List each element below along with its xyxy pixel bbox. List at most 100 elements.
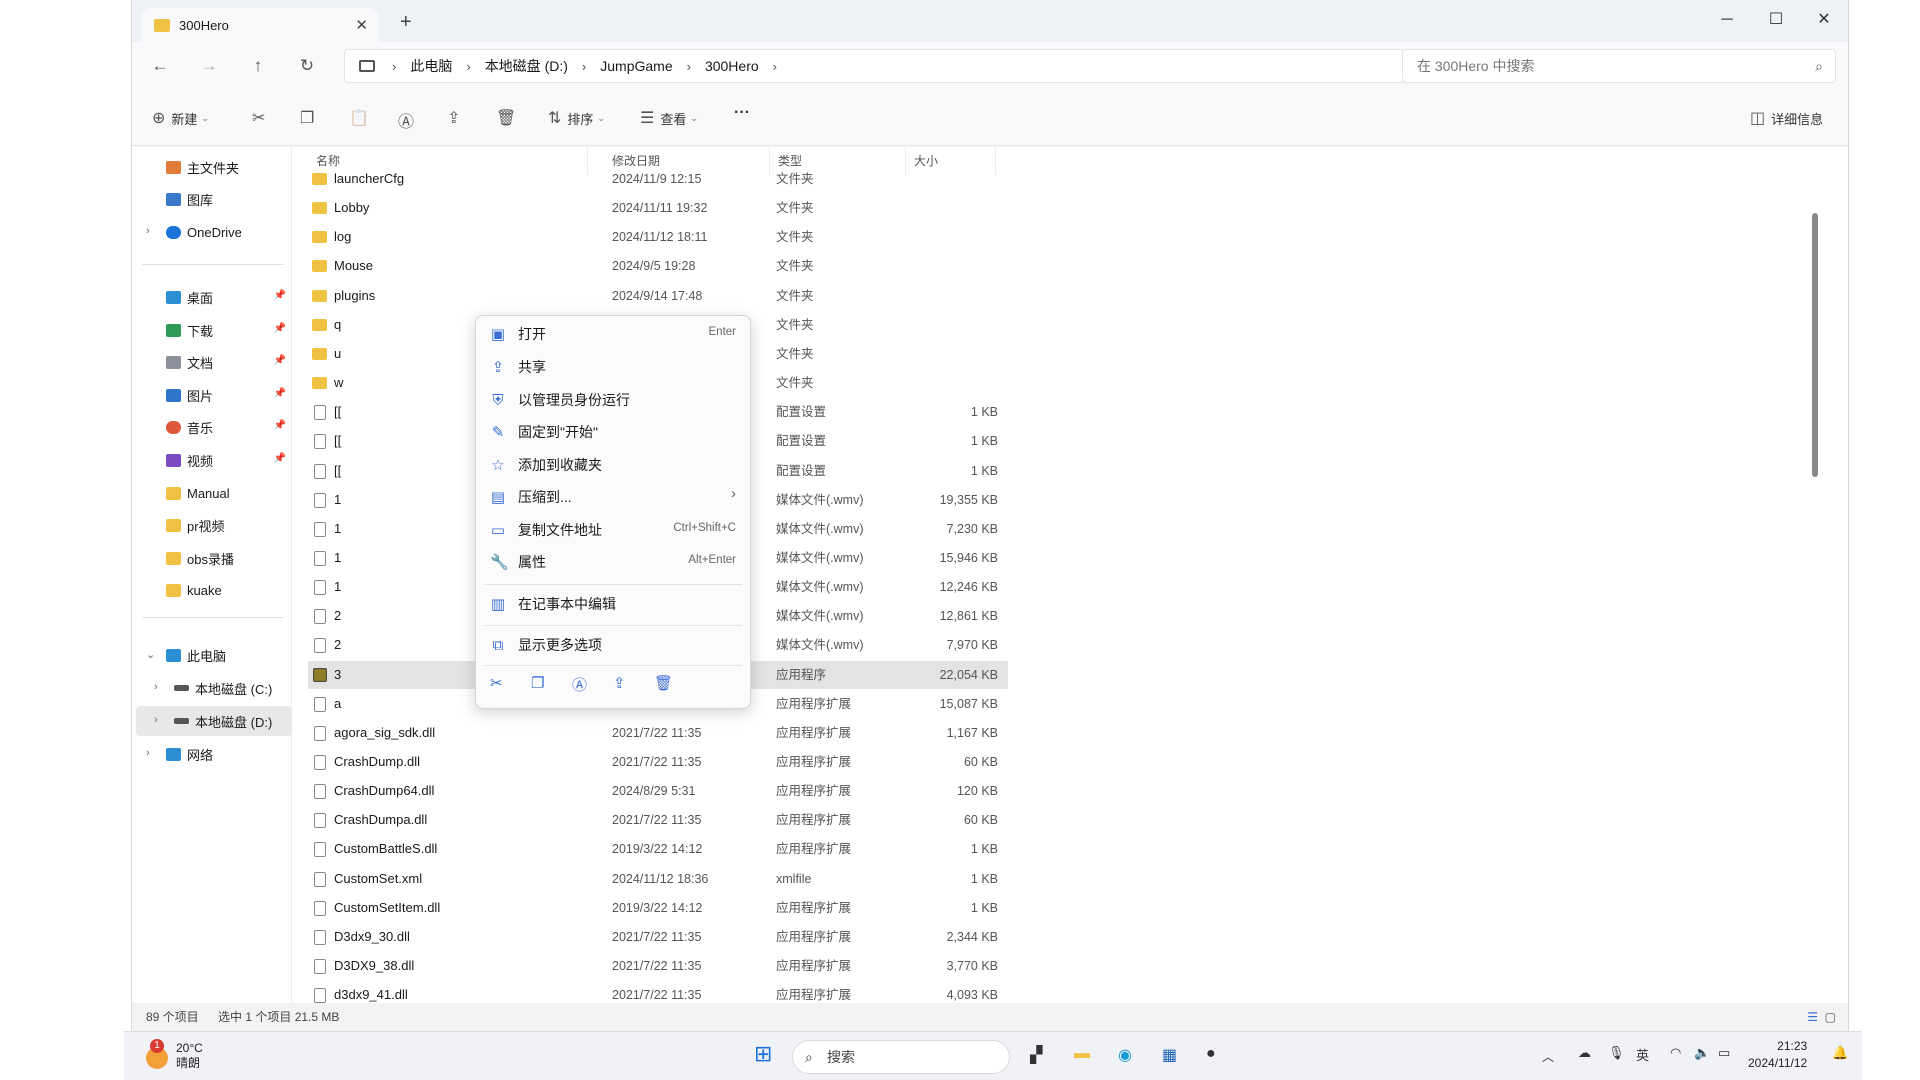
cloud-tray-icon[interactable]: ☁: [1578, 1045, 1591, 1061]
taskbar-search[interactable]: ⌕ 搜索: [792, 1040, 1010, 1074]
menu-item-copy-path[interactable]: ▭ 复制文件地址 Ctrl+Shift+C: [476, 514, 750, 546]
close-window-button[interactable]: ✕: [1800, 6, 1848, 34]
chevron-down-icon[interactable]: ⌄: [146, 648, 155, 661]
ime-indicator[interactable]: 英: [1636, 1045, 1649, 1064]
file-explorer-icon[interactable]: ▬: [1074, 1045, 1090, 1063]
chevron-right-icon[interactable]: ›: [154, 681, 158, 693]
menu-item-pin-to-start[interactable]: ✎ 固定到"开始": [476, 416, 750, 448]
file-row[interactable]: D3DX9_38.dll 2021/7/22 11:35 应用程序扩展 3,770 K…: [308, 952, 1008, 980]
menu-item-run-as-admin[interactable]: ⛨ 以管理员身份运行: [476, 384, 750, 416]
address-bar[interactable]: › 此电脑 › 本地磁盘 (D:) › JumpGame › 300Hero ›: [344, 49, 1404, 83]
file-row[interactable]: CustomSet.xml 2024/11/12 18:36 xmlfile 1 KB: [308, 865, 1008, 893]
sidebar-item-desktop[interactable]: 桌面 📌: [166, 285, 286, 309]
cut-button[interactable]: ✂: [252, 108, 271, 128]
sidebar-item-obs-recordings[interactable]: obs录播: [166, 546, 286, 570]
sidebar-item-drive-d[interactable]: 本地磁盘 (D:): [174, 709, 294, 733]
chevron-right-icon[interactable]: ›: [146, 225, 150, 237]
file-row[interactable]: CrashDump64.dll 2024/8/29 5:31 应用程序扩展 120 K…: [308, 777, 1008, 805]
copy-icon[interactable]: ❐: [531, 674, 544, 692]
close-tab-icon[interactable]: ✕: [355, 16, 368, 34]
app-icon[interactable]: ●: [1206, 1045, 1216, 1063]
new-tab-button[interactable]: +: [400, 11, 412, 34]
pin-icon[interactable]: 📌: [274, 355, 286, 366]
file-row[interactable]: D3dx9_30.dll 2021/7/22 11:35 应用程序扩展 2,344 K…: [308, 923, 1008, 951]
cut-icon[interactable]: ✂: [490, 674, 503, 692]
sidebar-item-pr-videos[interactable]: pr视频: [166, 513, 286, 537]
tab-300hero[interactable]: 300Hero ✕: [142, 8, 378, 42]
pin-icon[interactable]: 📌: [274, 453, 286, 464]
pin-icon[interactable]: 📌: [274, 420, 286, 431]
sidebar-item-music[interactable]: 音乐 📌: [166, 415, 286, 439]
breadcrumb-drive-d[interactable]: 本地磁盘 (D:): [485, 56, 568, 76]
sidebar-item-manual[interactable]: Manual: [166, 481, 286, 505]
battery-icon[interactable]: ▭: [1718, 1045, 1730, 1061]
sort-button[interactable]: ⇅ 排序 ⌄: [548, 108, 605, 128]
paste-button[interactable]: 📋: [349, 108, 375, 128]
sidebar-item-downloads[interactable]: 下载 📌: [166, 318, 286, 342]
copy-button[interactable]: ❐: [300, 108, 320, 128]
menu-item-compress-to[interactable]: ▤ 压缩到... ›: [476, 481, 750, 513]
notification-bell-icon[interactable]: 🔔: [1832, 1045, 1848, 1061]
file-row[interactable]: Lobby 2024/11/11 19:32 文件夹: [308, 194, 1008, 222]
microphone-icon[interactable]: 🎙: [1608, 1045, 1625, 1061]
rename-button[interactable]: Ⓐ: [398, 108, 420, 132]
file-row[interactable]: CrashDumpa.dll 2021/7/22 11:35 应用程序扩展 60 KB: [308, 806, 1008, 834]
file-row[interactable]: agora_sig_sdk.dll 2021/7/22 11:35 应用程序扩展 1,…: [308, 719, 1008, 747]
trash-icon[interactable]: 🗑: [654, 674, 673, 692]
search-input[interactable]: 在 300Hero 中搜索 ⌕: [1402, 49, 1836, 83]
forward-button[interactable]: →: [197, 54, 221, 78]
file-row[interactable]: Mouse 2024/9/5 19:28 文件夹: [308, 252, 1008, 280]
sidebar-item-kuake[interactable]: kuake: [166, 578, 286, 602]
sidebar-item-gallery[interactable]: 图库: [166, 187, 286, 211]
pin-icon[interactable]: 📌: [274, 323, 286, 334]
back-button[interactable]: ←: [148, 54, 172, 78]
share-icon[interactable]: ⇪: [613, 674, 626, 692]
wifi-icon[interactable]: ◠: [1670, 1045, 1681, 1061]
pin-icon[interactable]: 📌: [274, 388, 286, 399]
breadcrumb-300hero[interactable]: 300Hero: [705, 58, 759, 74]
maximize-button[interactable]: ☐: [1752, 6, 1800, 34]
refresh-button[interactable]: ↻: [295, 54, 319, 78]
up-button[interactable]: ↑: [246, 54, 270, 78]
vertical-scrollbar[interactable]: [1812, 213, 1818, 477]
breadcrumb-jumpgame[interactable]: JumpGame: [600, 58, 672, 74]
sidebar-item-this-pc[interactable]: 此电脑: [166, 643, 286, 667]
store-icon[interactable]: ▦: [1162, 1045, 1177, 1065]
sidebar-item-home[interactable]: 主文件夹: [166, 155, 286, 179]
view-button[interactable]: ☰ 查看 ⌄: [640, 108, 698, 128]
menu-item-share[interactable]: ⇪ 共享: [476, 351, 750, 383]
tiles-view-icon[interactable]: ▢: [1825, 1003, 1836, 1031]
volume-icon[interactable]: 🔈: [1694, 1045, 1710, 1061]
sidebar-item-documents[interactable]: 文档 📌: [166, 350, 286, 374]
chevron-right-icon[interactable]: ›: [146, 747, 150, 759]
pin-icon[interactable]: 📌: [274, 290, 286, 301]
menu-item-show-more-options[interactable]: ⧉ 显示更多选项: [476, 629, 750, 661]
file-row[interactable]: log 2024/11/12 18:11 文件夹: [308, 223, 1008, 251]
system-clock[interactable]: 21:23 2024/11/12: [1748, 1038, 1807, 1072]
menu-item-add-to-favorites[interactable]: ☆ 添加到收藏夹: [476, 449, 750, 481]
sidebar-item-pictures[interactable]: 图片 📌: [166, 383, 286, 407]
chevron-right-icon[interactable]: ›: [154, 714, 158, 726]
file-row[interactable]: launcherCfg 2024/11/9 12:15 文件夹: [308, 165, 1008, 193]
rename-icon[interactable]: Ⓐ: [572, 674, 587, 695]
file-row[interactable]: CrashDump.dll 2021/7/22 11:35 应用程序扩展 60 KB: [308, 748, 1008, 776]
minimize-button[interactable]: ─: [1703, 6, 1751, 34]
details-view-icon[interactable]: ☰: [1807, 1003, 1818, 1031]
sidebar-item-drive-c[interactable]: 本地磁盘 (C:): [174, 676, 294, 700]
sidebar-item-onedrive[interactable]: OneDrive: [166, 220, 286, 244]
menu-item-properties[interactable]: 🔧 属性 Alt+Enter: [476, 546, 750, 578]
menu-item-edit-in-notepad[interactable]: ▥ 在记事本中编辑: [476, 588, 750, 620]
share-button[interactable]: ⇪: [447, 108, 466, 128]
windows-start-icon[interactable]: ⊞: [754, 1041, 772, 1067]
more-button[interactable]: ···: [734, 104, 750, 122]
sidebar-item-network[interactable]: 网络: [166, 742, 286, 766]
task-view-icon[interactable]: ▞: [1030, 1045, 1042, 1065]
file-row[interactable]: CustomSetItem.dll 2019/3/22 14:12 应用程序扩展 1 …: [308, 894, 1008, 922]
chevron-up-icon[interactable]: ︿: [1542, 1048, 1554, 1065]
delete-button[interactable]: 🗑: [496, 108, 522, 128]
menu-item-open[interactable]: ▣ 打开 Enter: [476, 318, 750, 350]
details-pane-button[interactable]: ◫ 详细信息: [1750, 108, 1823, 128]
new-button[interactable]: ⊕ 新建 ⌄: [152, 108, 209, 128]
file-row[interactable]: plugins 2024/9/14 17:48 文件夹: [308, 282, 1008, 310]
breadcrumb-this-pc[interactable]: 此电脑: [410, 56, 452, 76]
